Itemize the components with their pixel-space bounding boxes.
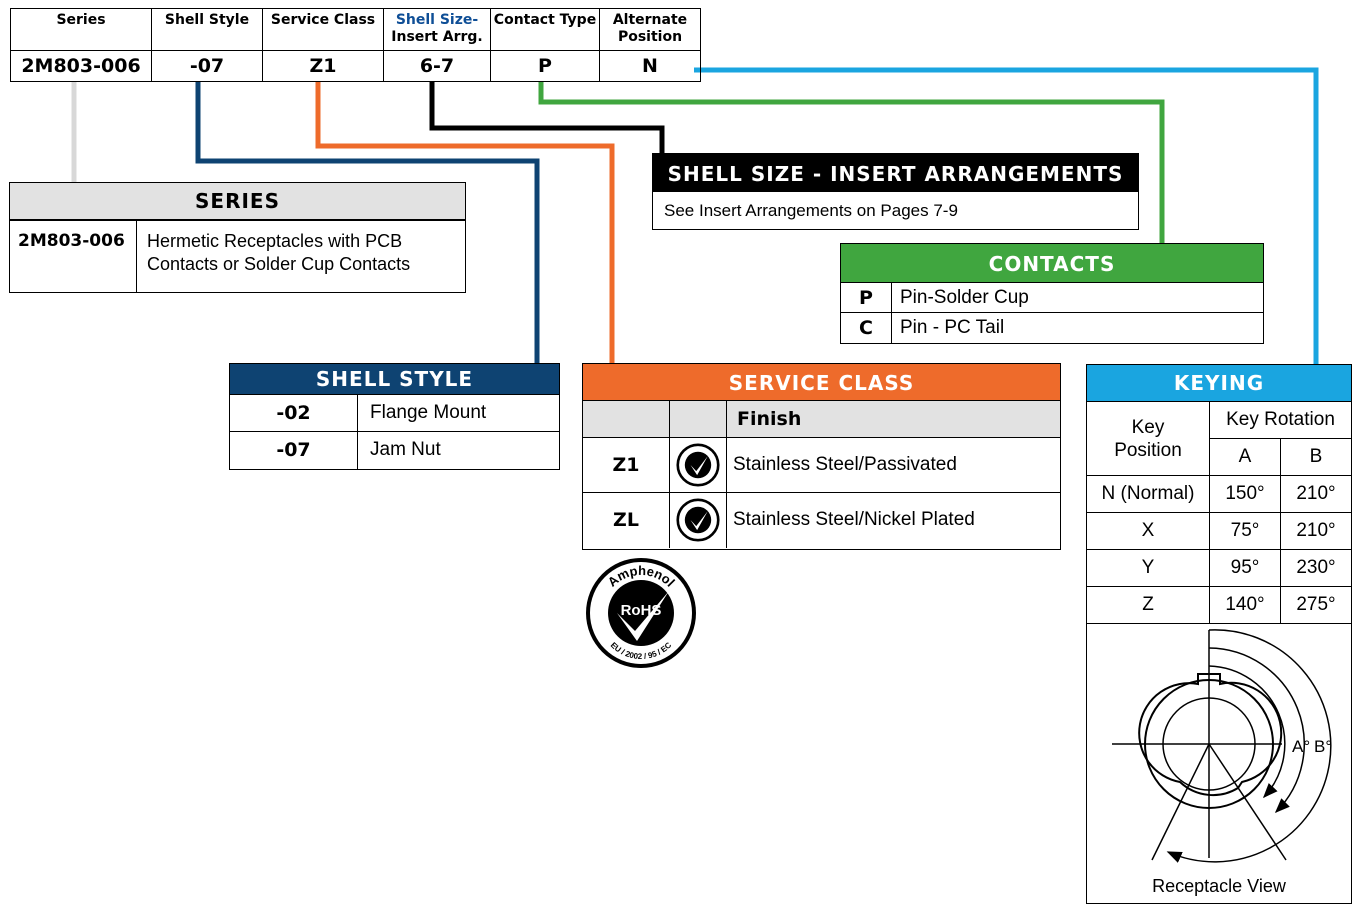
keying-position-line2: Position	[1114, 439, 1182, 461]
header-contact-type: Contact Type	[490, 8, 600, 51]
header-shell-style: Shell Style	[151, 8, 263, 51]
value-shell-size: 6-7	[383, 50, 491, 82]
rohs-small-icon	[676, 443, 720, 487]
series-desc-line1: Hermetic Receptacles with PCB	[147, 231, 403, 251]
svc-header-code	[583, 400, 670, 438]
contacts-desc-c: Pin - PC Tail	[891, 312, 1263, 343]
shell-style-table: -02 Flange Mount -07 Jam Nut	[230, 394, 559, 469]
value-shell-style: -07	[151, 50, 263, 82]
svc-rohs-zl	[669, 492, 727, 548]
svc-code-zl: ZL	[583, 492, 670, 548]
rohs-badge-icon: Amphenol RoHS EU / 2002 / 95 / EC	[586, 558, 696, 668]
keying-pos-y: Y	[1087, 549, 1210, 587]
value-series: 2M803-006	[10, 50, 152, 82]
contacts-box: CONTACTS P Pin-Solder Cup C Pin - PC Tai…	[840, 243, 1264, 344]
svc-code-z1: Z1	[583, 437, 670, 493]
shell-style-box: SHELL STYLE -02 Flange Mount -07 Jam Nut	[229, 363, 560, 470]
keying-title: KEYING	[1087, 365, 1351, 401]
shell-style-desc-07: Jam Nut	[357, 431, 559, 469]
keying-position-line1: Key	[1131, 416, 1165, 438]
keying-pos-x: X	[1087, 512, 1210, 550]
keying-b-n: 210°	[1280, 475, 1351, 513]
header-series: Series	[10, 8, 152, 51]
svc-header-icon	[669, 400, 727, 438]
series-title: SERIES	[10, 183, 465, 220]
label-b: B°	[1314, 737, 1332, 756]
keying-a-y: 95°	[1209, 549, 1281, 587]
keying-b-x: 210°	[1280, 512, 1351, 550]
header-service-class: Service Class	[262, 8, 384, 51]
rohs-mark: RoHS	[621, 602, 662, 619]
series-table: 2M803-006 Hermetic Receptacles with PCB …	[10, 220, 465, 293]
contacts-code-c: C	[841, 312, 892, 343]
keying-a-n: 150°	[1209, 475, 1281, 513]
series-description: Hermetic Receptacles with PCB Contacts o…	[136, 220, 465, 293]
receptacle-key-diagram: A° B° Receptacle View	[1112, 629, 1332, 896]
series-desc-line2: Contacts or Solder Cup Contacts	[147, 254, 411, 274]
service-class-table: Finish Z1 Stainless Steel/Passivated ZL	[583, 400, 1060, 548]
keying-pos-z: Z	[1087, 586, 1210, 624]
shell-size-box: SHELL SIZE - INSERT ARRANGEMENTS See Ins…	[652, 153, 1139, 230]
rohs-small-icon	[676, 498, 720, 542]
svc-header-finish: Finish	[726, 400, 1060, 438]
shell-style-desc-02: Flange Mount	[357, 394, 559, 432]
shell-style-code-02: -02	[230, 394, 358, 432]
label-a: A°	[1292, 737, 1310, 756]
svc-desc-zl: Stainless Steel/Nickel Plated	[726, 492, 1060, 548]
part-number-table: Series Shell Style Service Class Shell S…	[10, 8, 701, 82]
header-shell-size-line2: Insert Arrg.	[391, 29, 483, 45]
keying-b-y: 230°	[1280, 549, 1351, 587]
contacts-desc-p: Pin-Solder Cup	[891, 282, 1263, 313]
keying-position-header: Key Position	[1087, 401, 1210, 476]
header-shell-size: Shell Size- Insert Arrg.	[383, 8, 491, 51]
header-alternate-line2: Position	[617, 29, 683, 45]
contacts-title: CONTACTS	[841, 244, 1263, 282]
header-alternate-line1: Alternate	[612, 12, 688, 28]
keying-a-x: 75°	[1209, 512, 1281, 550]
keying-col-a: A	[1209, 438, 1281, 476]
service-class-title: SERVICE CLASS	[583, 364, 1060, 400]
service-class-box: SERVICE CLASS Finish Z1 Stainless Steel/…	[582, 363, 1061, 550]
shell-size-title: SHELL SIZE - INSERT ARRANGEMENTS	[653, 154, 1138, 192]
series-code: 2M803-006	[10, 220, 137, 293]
shell-size-text: See Insert Arrangements on Pages 7-9	[664, 201, 958, 220]
keying-col-b: B	[1280, 438, 1351, 476]
shell-style-code-07: -07	[230, 431, 358, 469]
value-contact-type: P	[490, 50, 600, 82]
contacts-code-p: P	[841, 282, 892, 313]
keying-pos-n: N (Normal)	[1087, 475, 1210, 513]
header-alternate-position: Alternate Position	[599, 8, 701, 51]
shell-style-title: SHELL STYLE	[230, 364, 559, 394]
series-box: SERIES 2M803-006 Hermetic Receptacles wi…	[9, 182, 466, 293]
keying-b-z: 275°	[1280, 586, 1351, 624]
value-alternate-position: N	[599, 50, 701, 82]
keying-rotation-header: Key Rotation	[1209, 401, 1351, 439]
keying-a-z: 140°	[1209, 586, 1281, 624]
receptacle-caption: Receptacle View	[1152, 876, 1287, 896]
contacts-table: P Pin-Solder Cup C Pin - PC Tail	[841, 282, 1263, 343]
svc-rohs-z1	[669, 437, 727, 493]
svc-desc-z1: Stainless Steel/Passivated	[726, 437, 1060, 493]
value-service-class: Z1	[262, 50, 384, 82]
header-shell-size-line1: Shell Size-	[395, 12, 479, 28]
keying-table: Key Position Key Rotation A B N (Normal)…	[1087, 401, 1351, 624]
